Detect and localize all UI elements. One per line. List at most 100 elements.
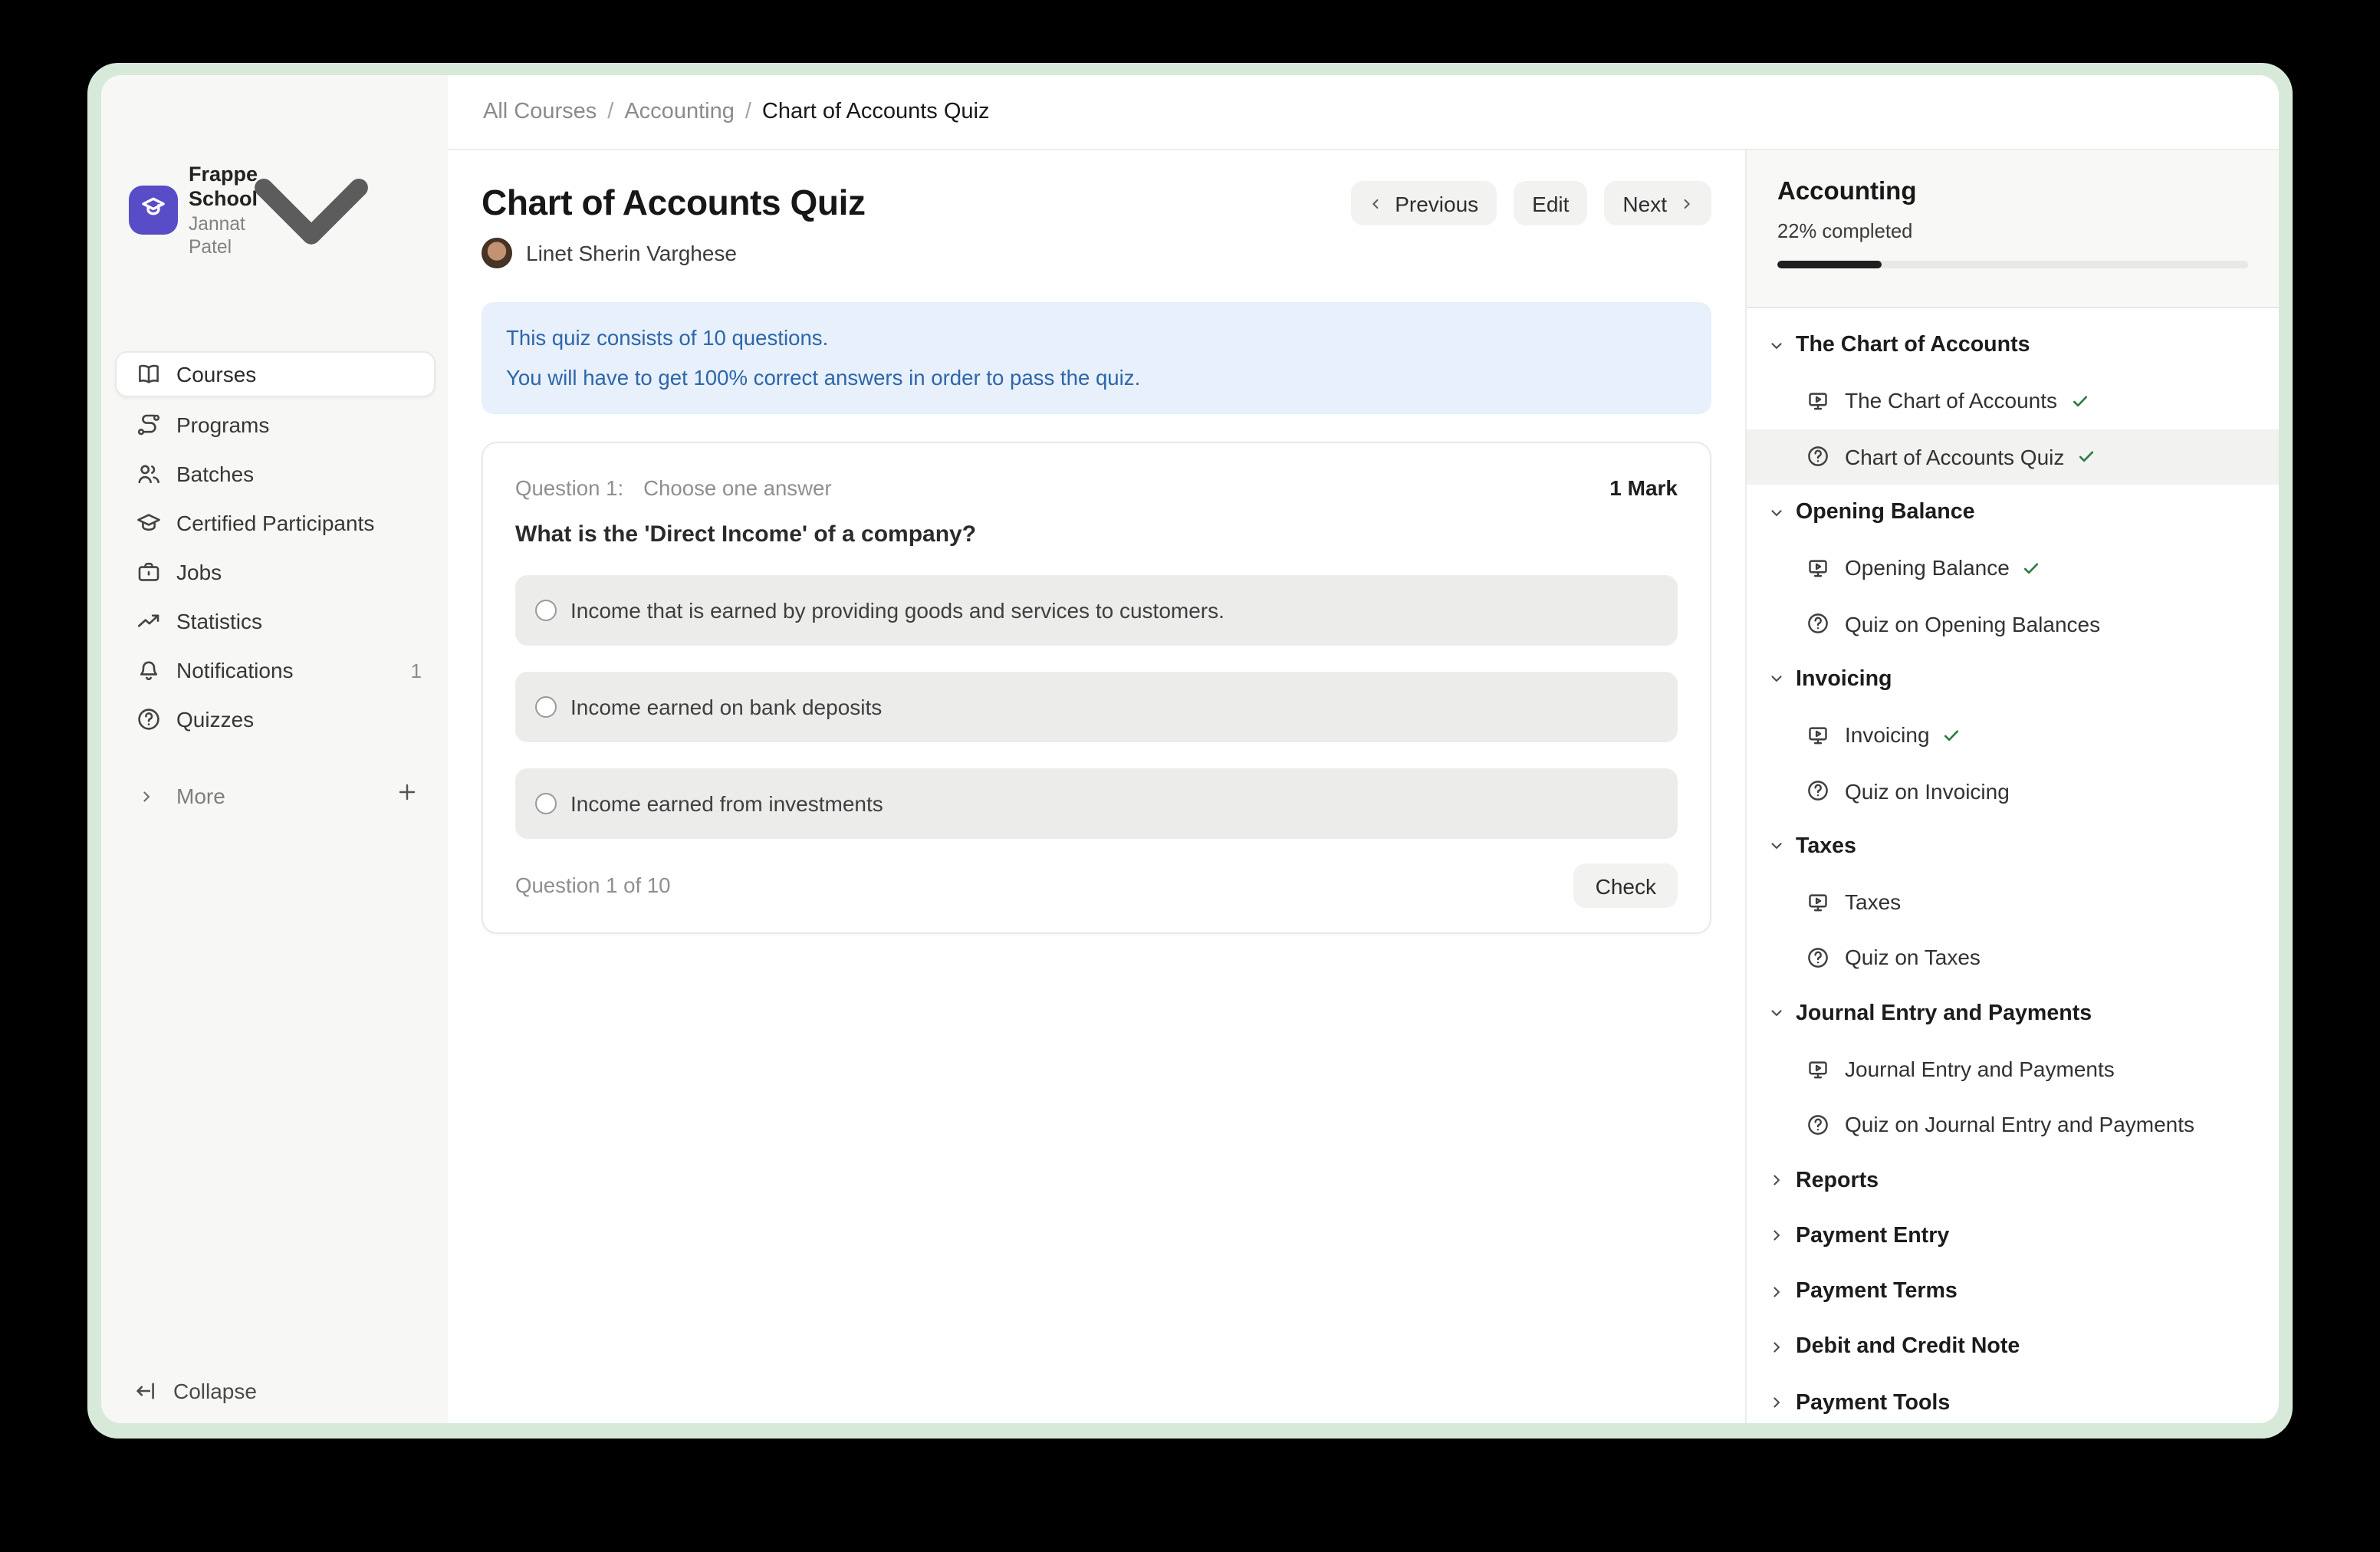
- breadcrumb-item-accounting[interactable]: Accounting: [624, 100, 735, 124]
- outline-item-the-chart-of-accounts[interactable]: The Chart of Accounts: [1747, 373, 2279, 429]
- bell-icon: [136, 658, 161, 682]
- sidebar-item-statistics[interactable]: Statistics: [115, 600, 436, 643]
- previous-button[interactable]: Previous: [1350, 181, 1497, 225]
- outline-section-payment-entry[interactable]: Payment Entry: [1747, 1208, 2279, 1264]
- radio-button[interactable]: [535, 793, 557, 814]
- help-circle-icon: [1806, 445, 1829, 468]
- question-text: What is the 'Direct Income' of a company…: [515, 521, 1678, 547]
- sidebar-more[interactable]: More: [115, 774, 436, 817]
- chevron-left-icon: [1366, 194, 1384, 212]
- outline-item-quiz-on-opening-balances[interactable]: Quiz on Opening Balances: [1747, 596, 2279, 652]
- sidebar-item-certified-participants[interactable]: Certified Participants: [115, 501, 436, 544]
- breadcrumb-item-chart-of-accounts-quiz: Chart of Accounts Quiz: [762, 100, 990, 124]
- outline-item-label: The Chart of Accounts: [1845, 389, 2057, 413]
- chevron-right-icon: [1767, 1337, 1787, 1357]
- sidebar-item-label: Programs: [176, 413, 422, 437]
- sidebar-item-jobs[interactable]: Jobs: [115, 551, 436, 594]
- outline-section-taxes[interactable]: Taxes: [1747, 818, 2279, 874]
- outline-item-quiz-on-journal-entry-and-payments[interactable]: Quiz on Journal Entry and Payments: [1747, 1097, 2279, 1152]
- help-circle-icon: [1806, 612, 1829, 635]
- outline-section-label: Debit and Credit Note: [1796, 1335, 2020, 1360]
- question-number-label: Question 1:: [515, 477, 623, 500]
- outline-section-debit-and-credit-note[interactable]: Debit and Credit Note: [1747, 1320, 2279, 1376]
- chevron-down-icon: [1767, 669, 1787, 689]
- window-frame: Frappe School Jannat Patel Courses Progra…: [87, 63, 2293, 1439]
- sidebar-item-label: Statistics: [176, 609, 422, 633]
- outline-section-payment-tools[interactable]: Payment Tools: [1747, 1375, 2279, 1423]
- collapse-left-icon: [133, 1379, 158, 1403]
- course-outline-header: Accounting 22% completed: [1747, 150, 2279, 308]
- outline-section-reports[interactable]: Reports: [1747, 1152, 2279, 1208]
- question-card: Question 1: Choose one answer 1 Mark Wha…: [482, 442, 1711, 934]
- outline-section-invoicing[interactable]: Invoicing: [1747, 652, 2279, 708]
- outline-item-invoicing[interactable]: Invoicing: [1747, 707, 2279, 763]
- sidebar-item-courses[interactable]: Courses: [115, 351, 436, 397]
- outline-item-chart-of-accounts-quiz[interactable]: Chart of Accounts Quiz: [1747, 429, 2279, 485]
- outline-item-quiz-on-invoicing[interactable]: Quiz on Invoicing: [1747, 763, 2279, 819]
- option-row[interactable]: Income that is earned by providing goods…: [515, 575, 1678, 646]
- collapse-sidebar-button[interactable]: Collapse: [115, 1373, 436, 1409]
- chevron-down-icon: [1767, 837, 1787, 857]
- check-icon: [2069, 391, 2089, 411]
- next-button[interactable]: Next: [1604, 181, 1711, 225]
- notification-count: 1: [411, 659, 422, 682]
- outline-section-label: Payment Tools: [1796, 1391, 1950, 1416]
- check-button[interactable]: Check: [1574, 863, 1678, 908]
- option-row[interactable]: Income earned on bank deposits: [515, 672, 1678, 742]
- outline-item-label: Quiz on Taxes: [1845, 945, 1981, 970]
- outline-item-quiz-on-taxes[interactable]: Quiz on Taxes: [1747, 930, 2279, 986]
- outline-item-label: Taxes: [1845, 889, 1901, 914]
- outline-item-label: Quiz on Journal Entry and Payments: [1845, 1113, 2194, 1137]
- graduation-cap-logo-icon: [136, 189, 170, 231]
- left-sidebar: Frappe School Jannat Patel Courses Progra…: [101, 75, 448, 1423]
- radio-button[interactable]: [535, 696, 557, 718]
- trending-up-icon: [136, 609, 161, 633]
- author-name: Linet Sherin Varghese: [526, 241, 737, 265]
- workspace-switcher[interactable]: Frappe School Jannat Patel: [101, 75, 448, 322]
- outline-section-the-chart-of-accounts[interactable]: The Chart of Accounts: [1747, 317, 2279, 373]
- app-window: Frappe School Jannat Patel Courses Progra…: [101, 75, 2279, 1423]
- chevron-down-icon: [1767, 502, 1787, 522]
- sidebar-item-batches[interactable]: Batches: [115, 452, 436, 495]
- sidebar-item-label: Batches: [176, 462, 422, 486]
- sidebar-item-label: Jobs: [176, 560, 422, 584]
- monitor-play-icon: [1806, 390, 1829, 413]
- check-icon: [2076, 446, 2096, 466]
- radio-button[interactable]: [535, 600, 557, 621]
- chevron-right-icon: [1678, 194, 1696, 212]
- sidebar-item-label: Courses: [176, 362, 422, 386]
- outline-section-label: Reports: [1796, 1168, 1879, 1192]
- users-icon: [136, 462, 161, 486]
- main-content: Chart of Accounts Quiz Previous Edit Nex…: [448, 150, 1745, 1423]
- outline-section-opening-balance[interactable]: Opening Balance: [1747, 485, 2279, 541]
- course-outline-panel: Accounting 22% completed The Chart of Ac…: [1745, 150, 2279, 1423]
- sidebar-item-notifications[interactable]: Notifications1: [115, 649, 436, 692]
- monitor-play-icon: [1806, 557, 1829, 580]
- outline-item-journal-entry-and-payments[interactable]: Journal Entry and Payments: [1747, 1041, 2279, 1097]
- page-title: Chart of Accounts Quiz: [482, 182, 1350, 224]
- breadcrumb-separator: /: [607, 100, 613, 124]
- breadcrumb-item-all-courses[interactable]: All Courses: [483, 100, 597, 124]
- sidebar-item-quizzes[interactable]: Quizzes: [115, 698, 436, 741]
- outline-item-taxes[interactable]: Taxes: [1747, 874, 2279, 930]
- outline-section-journal-entry-and-payments[interactable]: Journal Entry and Payments: [1747, 985, 2279, 1041]
- outline-item-label: Quiz on Invoicing: [1845, 778, 2010, 803]
- notice-line: This quiz consists of 10 questions.: [506, 319, 1687, 358]
- chevron-right-icon: [1767, 1226, 1787, 1246]
- chevron-right-icon: [1767, 1393, 1787, 1413]
- option-label: Income earned on bank deposits: [570, 695, 882, 719]
- course-completed-label: 22% completed: [1777, 219, 2248, 242]
- sidebar-item-programs[interactable]: Programs: [115, 403, 436, 446]
- edit-button[interactable]: Edit: [1514, 181, 1587, 225]
- progress-fill: [1777, 261, 1881, 268]
- help-circle-icon: [1806, 946, 1829, 969]
- breadcrumb: All Courses/Accounting/Chart of Accounts…: [483, 100, 990, 124]
- outline-item-label: Journal Entry and Payments: [1845, 1057, 2115, 1081]
- add-button[interactable]: [391, 781, 422, 811]
- option-row[interactable]: Income earned from investments: [515, 768, 1678, 839]
- outline-item-opening-balance[interactable]: Opening Balance: [1747, 540, 2279, 596]
- sidebar-item-label: Quizzes: [176, 707, 422, 732]
- outline-section-payment-terms[interactable]: Payment Terms: [1747, 1264, 2279, 1320]
- chevron-down-icon: [1767, 1003, 1787, 1023]
- help-circle-icon: [1806, 779, 1829, 802]
